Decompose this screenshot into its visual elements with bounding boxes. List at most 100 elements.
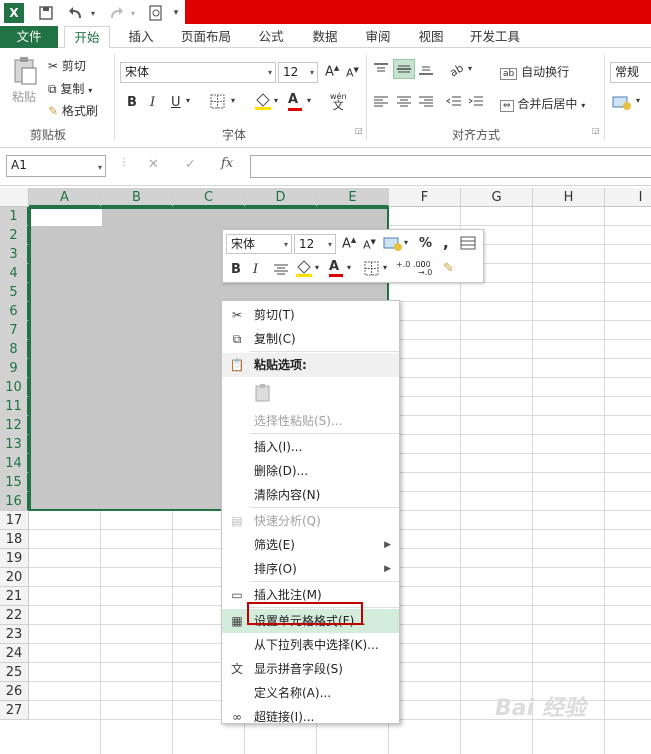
row-header-12[interactable]: 12 bbox=[0, 416, 29, 435]
bottom-align-icon[interactable] bbox=[418, 62, 434, 80]
menu-item-6[interactable]: 删除(D)... bbox=[222, 459, 399, 483]
fill-color-icon[interactable] bbox=[254, 92, 272, 114]
copy-button[interactable]: ⧉ 复制 ▾ bbox=[48, 80, 92, 97]
grow-font-icon[interactable]: A▲ bbox=[325, 64, 339, 79]
undo-dropdown-icon[interactable]: ▾ bbox=[88, 3, 98, 23]
accounting-format-icon[interactable] bbox=[612, 94, 634, 114]
phonetic-guide-icon[interactable]: wén 文 bbox=[330, 92, 347, 111]
row-header-4[interactable]: 4 bbox=[0, 264, 29, 283]
row-header-3[interactable]: 3 bbox=[0, 245, 29, 264]
increase-indent-icon[interactable] bbox=[468, 95, 484, 113]
redo-dropdown-icon[interactable]: ▾ bbox=[128, 3, 138, 23]
column-header-f[interactable]: F bbox=[389, 188, 461, 207]
row-header-18[interactable]: 18 bbox=[0, 530, 29, 549]
menu-item-3[interactable] bbox=[222, 377, 399, 409]
format-painter-button[interactable]: ✎ 格式刷 bbox=[48, 102, 98, 119]
menu-item-10[interactable]: 排序(O) ▶ bbox=[222, 557, 399, 581]
row-header-15[interactable]: 15 bbox=[0, 473, 29, 492]
mini-percent-icon[interactable]: % bbox=[419, 236, 432, 251]
row-header-10[interactable]: 10 bbox=[0, 378, 29, 397]
tab-file[interactable]: 文件 bbox=[0, 26, 58, 48]
font-color-dropdown-icon[interactable]: ▾ bbox=[307, 96, 311, 105]
row-header-24[interactable]: 24 bbox=[0, 644, 29, 663]
menu-item-16[interactable]: ∞ 超链接(I)... bbox=[222, 705, 399, 729]
tab-data[interactable]: 数据 bbox=[302, 26, 348, 48]
column-header-e[interactable]: E bbox=[317, 188, 389, 207]
mini-border-dropdown-icon[interactable]: ▾ bbox=[383, 263, 387, 272]
row-header-21[interactable]: 21 bbox=[0, 587, 29, 606]
decrease-indent-icon[interactable] bbox=[446, 95, 462, 113]
top-align-icon[interactable] bbox=[373, 62, 389, 80]
accounting-dropdown-icon[interactable]: ▾ bbox=[636, 96, 640, 105]
save-icon[interactable] bbox=[36, 3, 56, 23]
insert-function-icon[interactable]: fx bbox=[221, 156, 233, 171]
menu-item-1[interactable]: ⧉ 复制(C) bbox=[222, 327, 399, 351]
menu-item-5[interactable]: 插入(I)... bbox=[222, 435, 399, 459]
menu-item-0[interactable]: ✂ 剪切(T) bbox=[222, 303, 399, 327]
mini-fill-dropdown-icon[interactable]: ▾ bbox=[315, 263, 319, 272]
mini-grow-font-icon[interactable]: A▲ bbox=[342, 236, 356, 251]
formula-input[interactable] bbox=[250, 155, 651, 178]
font-name-combo[interactable]: 宋体 ▾ bbox=[120, 62, 276, 83]
bold-button[interactable]: B bbox=[127, 95, 137, 110]
font-dialog-launcher-icon[interactable]: ◲ bbox=[355, 126, 363, 135]
align-center-icon[interactable] bbox=[396, 95, 412, 113]
number-format-combo[interactable]: 常规 bbox=[610, 62, 651, 83]
paste-icon[interactable] bbox=[12, 56, 38, 86]
menu-item-15[interactable]: 定义名称(A)... bbox=[222, 681, 399, 705]
column-header-g[interactable]: G bbox=[461, 188, 533, 207]
orientation-dropdown-icon[interactable]: ▾ bbox=[468, 64, 472, 73]
shrink-font-icon[interactable]: A▼ bbox=[346, 66, 359, 80]
mini-font-size-combo[interactable]: 12 ▾ bbox=[294, 234, 336, 254]
redo-icon[interactable] bbox=[106, 3, 126, 23]
mini-center-icon[interactable] bbox=[273, 263, 289, 281]
mini-format-painter-icon[interactable]: ✎ bbox=[443, 261, 454, 276]
tab-insert[interactable]: 插入 bbox=[118, 26, 164, 48]
paste-button[interactable]: 粘贴 bbox=[12, 88, 36, 105]
mini-comma-icon[interactable]: , bbox=[443, 234, 449, 252]
row-header-6[interactable]: 6 bbox=[0, 302, 29, 321]
mini-format-icon[interactable] bbox=[383, 235, 405, 255]
mini-shrink-font-icon[interactable]: A▼ bbox=[363, 238, 376, 252]
mini-font-color-icon[interactable]: A bbox=[329, 259, 343, 277]
enter-icon[interactable]: ✓ bbox=[185, 157, 196, 172]
active-cell-a1[interactable] bbox=[31, 209, 102, 226]
alignment-dialog-launcher-icon[interactable]: ◲ bbox=[592, 126, 600, 135]
row-header-16[interactable]: 16 bbox=[0, 492, 29, 511]
row-header-11[interactable]: 11 bbox=[0, 397, 29, 416]
mini-bold-button[interactable]: B bbox=[231, 262, 241, 277]
row-header-1[interactable]: 1 bbox=[0, 207, 29, 226]
font-size-combo[interactable]: 12 ▾ bbox=[278, 62, 318, 83]
merge-center-button[interactable]: ⇔ 合并后居中 ▾ bbox=[500, 95, 585, 112]
row-header-5[interactable]: 5 bbox=[0, 283, 29, 302]
row-header-8[interactable]: 8 bbox=[0, 340, 29, 359]
tab-view[interactable]: 视图 bbox=[408, 26, 454, 48]
font-color-icon[interactable]: A bbox=[288, 92, 302, 111]
row-header-2[interactable]: 2 bbox=[0, 226, 29, 245]
underline-button[interactable]: U bbox=[171, 95, 181, 110]
underline-dropdown-icon[interactable]: ▾ bbox=[186, 96, 190, 105]
row-header-19[interactable]: 19 bbox=[0, 549, 29, 568]
column-header-c[interactable]: C bbox=[173, 188, 245, 207]
column-header-d[interactable]: D bbox=[245, 188, 317, 207]
menu-item-14[interactable]: 文显示拼音字段(S) bbox=[222, 657, 399, 681]
tab-home[interactable]: 开始 bbox=[64, 26, 110, 49]
align-left-icon[interactable] bbox=[373, 95, 389, 113]
column-header-h[interactable]: H bbox=[533, 188, 605, 207]
tab-review[interactable]: 审阅 bbox=[355, 26, 401, 48]
row-header-17[interactable]: 17 bbox=[0, 511, 29, 530]
orientation-icon[interactable]: ab bbox=[447, 61, 466, 81]
row-header-20[interactable]: 20 bbox=[0, 568, 29, 587]
mini-decrease-decimal-icon[interactable]: .00 →.0 bbox=[418, 261, 440, 277]
mini-border-icon[interactable] bbox=[364, 261, 380, 281]
cancel-icon[interactable]: ✕ bbox=[148, 157, 159, 172]
italic-button[interactable]: I bbox=[150, 95, 155, 110]
fill-color-dropdown-icon[interactable]: ▾ bbox=[274, 96, 278, 105]
align-right-icon[interactable] bbox=[418, 95, 434, 113]
mini-italic-button[interactable]: I bbox=[253, 262, 258, 277]
print-preview-icon[interactable] bbox=[146, 3, 166, 23]
row-header-22[interactable]: 22 bbox=[0, 606, 29, 625]
row-header-9[interactable]: 9 bbox=[0, 359, 29, 378]
tab-formulas[interactable]: 公式 bbox=[248, 26, 294, 48]
row-header-7[interactable]: 7 bbox=[0, 321, 29, 340]
